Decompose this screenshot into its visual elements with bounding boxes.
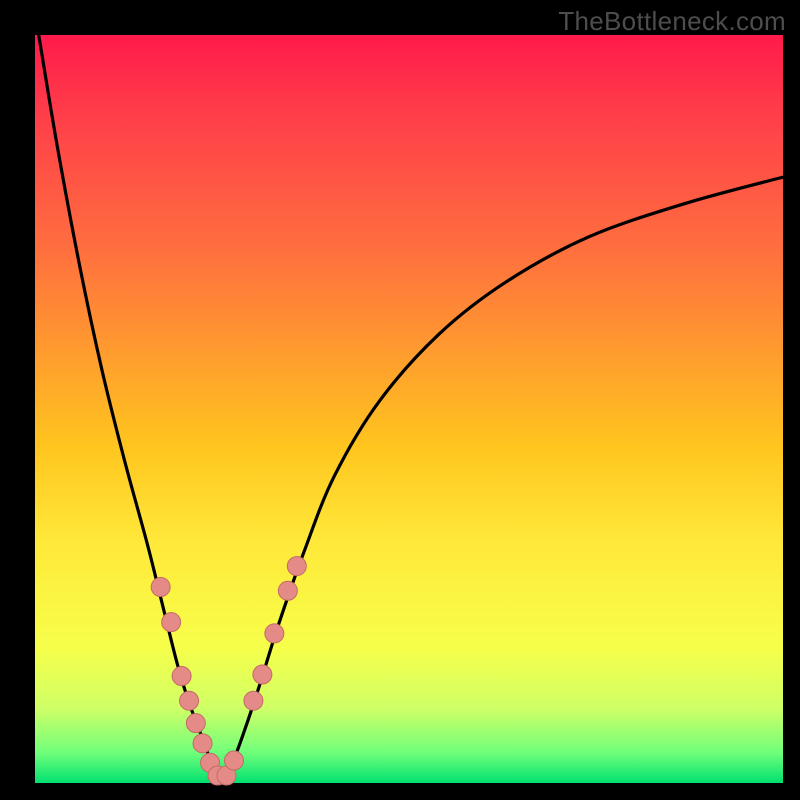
scatter-dot	[287, 557, 306, 576]
scatter-dot	[224, 751, 243, 770]
scatter-dot	[193, 734, 212, 753]
scatter-dot	[253, 665, 272, 684]
scatter-dot	[244, 691, 263, 710]
scatter-dot	[162, 613, 181, 632]
scatter-dots	[151, 557, 306, 785]
curve-right	[222, 177, 783, 779]
watermark-text: TheBottleneck.com	[558, 6, 786, 37]
scatter-dot	[186, 714, 205, 733]
scatter-dot	[151, 578, 170, 597]
scatter-dot	[172, 667, 191, 686]
scatter-dot	[180, 691, 199, 710]
plot-area	[35, 35, 783, 783]
scatter-dot	[278, 581, 297, 600]
chart-svg	[35, 35, 783, 783]
chart-frame: TheBottleneck.com	[0, 0, 800, 800]
scatter-dot	[265, 624, 284, 643]
curve-left	[39, 35, 222, 779]
